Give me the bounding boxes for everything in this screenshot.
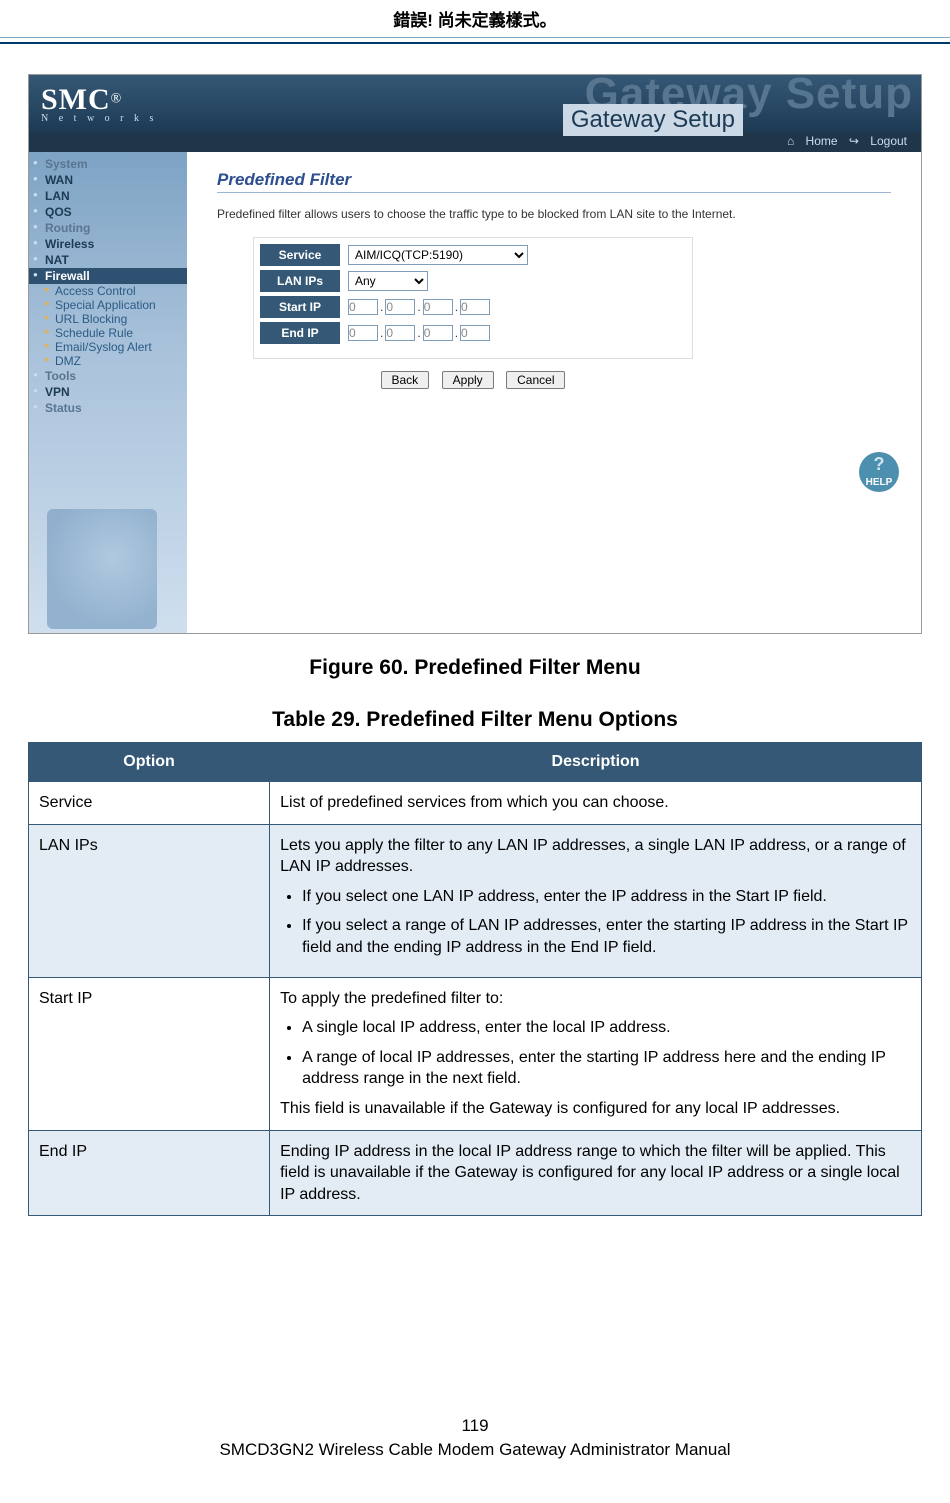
button-row: Back Apply Cancel <box>253 371 693 389</box>
label-endip: End IP <box>260 322 340 344</box>
header-links: ⌂ Home ↪ Logout <box>779 134 907 148</box>
table-row: End IP Ending IP address in the local IP… <box>29 1130 922 1216</box>
cell-desc: To apply the predefined filter to: A sin… <box>270 977 922 1130</box>
sidebar-item-nat[interactable]: NAT <box>29 252 187 268</box>
sidebar-item-wireless[interactable]: Wireless <box>29 236 187 252</box>
sidebar-item-system[interactable]: System <box>29 156 187 172</box>
sidebar-subitem-dmz[interactable]: DMZ <box>29 353 85 369</box>
startip-octet-3[interactable] <box>423 299 453 315</box>
page-header: 錯誤! 尚未定義樣式。 <box>0 0 950 44</box>
brand-logo-sub: N e t w o r k s <box>41 113 157 124</box>
sidebar-item-tools[interactable]: Tools <box>29 368 187 384</box>
panel-intro: Predefined filter allows users to choose… <box>217 207 891 221</box>
cancel-button[interactable]: Cancel <box>506 371 565 389</box>
table-row: Start IP To apply the predefined filter … <box>29 977 922 1130</box>
panel-title: Predefined Filter <box>217 170 891 193</box>
table-caption: Table 29. Predefined Filter Menu Options <box>28 708 922 732</box>
back-button[interactable]: Back <box>381 371 430 389</box>
th-description: Description <box>270 743 922 782</box>
cell-option: Start IP <box>29 977 270 1130</box>
lanips-select[interactable]: Any <box>348 271 428 291</box>
endip-octet-3[interactable] <box>423 325 453 341</box>
th-option: Option <box>29 743 270 782</box>
setup-tag: Gateway Setup <box>563 104 743 136</box>
brand-logo: SMC® N e t w o r k s <box>41 83 157 124</box>
label-startip: Start IP <box>260 296 340 318</box>
service-select[interactable]: AIM/ICQ(TCP:5190) <box>348 245 528 265</box>
registered-icon: ® <box>111 92 122 107</box>
logout-link[interactable]: ↪ Logout <box>849 134 907 148</box>
figure-caption: Figure 60. Predefined Filter Menu <box>28 656 922 680</box>
sidebar-item-status[interactable]: Status <box>29 400 187 416</box>
filter-form: Service AIM/ICQ(TCP:5190) LAN IPs Any <box>253 237 693 359</box>
page-header-text: 錯誤! 尚未定義樣式。 <box>0 6 950 38</box>
home-link[interactable]: ⌂ Home <box>787 134 838 148</box>
help-label: HELP <box>866 477 893 488</box>
startip-octet-1[interactable] <box>348 299 378 315</box>
apply-button[interactable]: Apply <box>442 371 494 389</box>
sidebar-item-vpn[interactable]: VPN <box>29 384 187 400</box>
sidebar-item-lan[interactable]: LAN <box>29 188 187 204</box>
endip-octet-4[interactable] <box>460 325 490 341</box>
router-subheader: Gateway Setup ⌂ Home ↪ Logout <box>29 132 921 152</box>
sidebar-item-routing[interactable]: Routing <box>29 220 187 236</box>
endip-octet-2[interactable] <box>385 325 415 341</box>
cell-desc: Lets you apply the filter to any LAN IP … <box>270 824 922 977</box>
manual-title: SMCD3GN2 Wireless Cable Modem Gateway Ad… <box>219 1440 730 1459</box>
sidebar-item-qos[interactable]: QOS <box>29 204 187 220</box>
startip-octet-4[interactable] <box>460 299 490 315</box>
sidebar-decor-image <box>47 509 157 629</box>
endip-octet-1[interactable] <box>348 325 378 341</box>
label-lanips: LAN IPs <box>260 270 340 292</box>
sidebar-item-wan[interactable]: WAN <box>29 172 187 188</box>
brand-logo-text: SMC <box>41 83 111 116</box>
label-service: Service <box>260 244 340 266</box>
main-panel: Predefined Filter Predefined filter allo… <box>187 152 921 633</box>
cell-desc: List of predefined services from which y… <box>270 782 922 825</box>
page-footer: 119 SMCD3GN2 Wireless Cable Modem Gatewa… <box>0 1416 950 1490</box>
startip-octet-2[interactable] <box>385 299 415 315</box>
page-number: 119 <box>0 1416 950 1436</box>
options-table: Option Description Service List of prede… <box>28 742 922 1216</box>
cell-option: End IP <box>29 1130 270 1216</box>
cell-desc: Ending IP address in the local IP addres… <box>270 1130 922 1216</box>
router-header: SMC® N e t w o r k s Gateway Setup <box>29 75 921 132</box>
table-row: LAN IPs Lets you apply the filter to any… <box>29 824 922 977</box>
sidebar: System WAN LAN QOS Routing Wireless NAT … <box>29 152 187 633</box>
help-icon[interactable]: HELP <box>859 452 899 492</box>
cell-option: LAN IPs <box>29 824 270 977</box>
router-window: SMC® N e t w o r k s Gateway Setup Gatew… <box>28 74 922 634</box>
table-row: Service List of predefined services from… <box>29 782 922 825</box>
cell-option: Service <box>29 782 270 825</box>
sidebar-item-firewall[interactable]: Firewall <box>29 268 187 284</box>
